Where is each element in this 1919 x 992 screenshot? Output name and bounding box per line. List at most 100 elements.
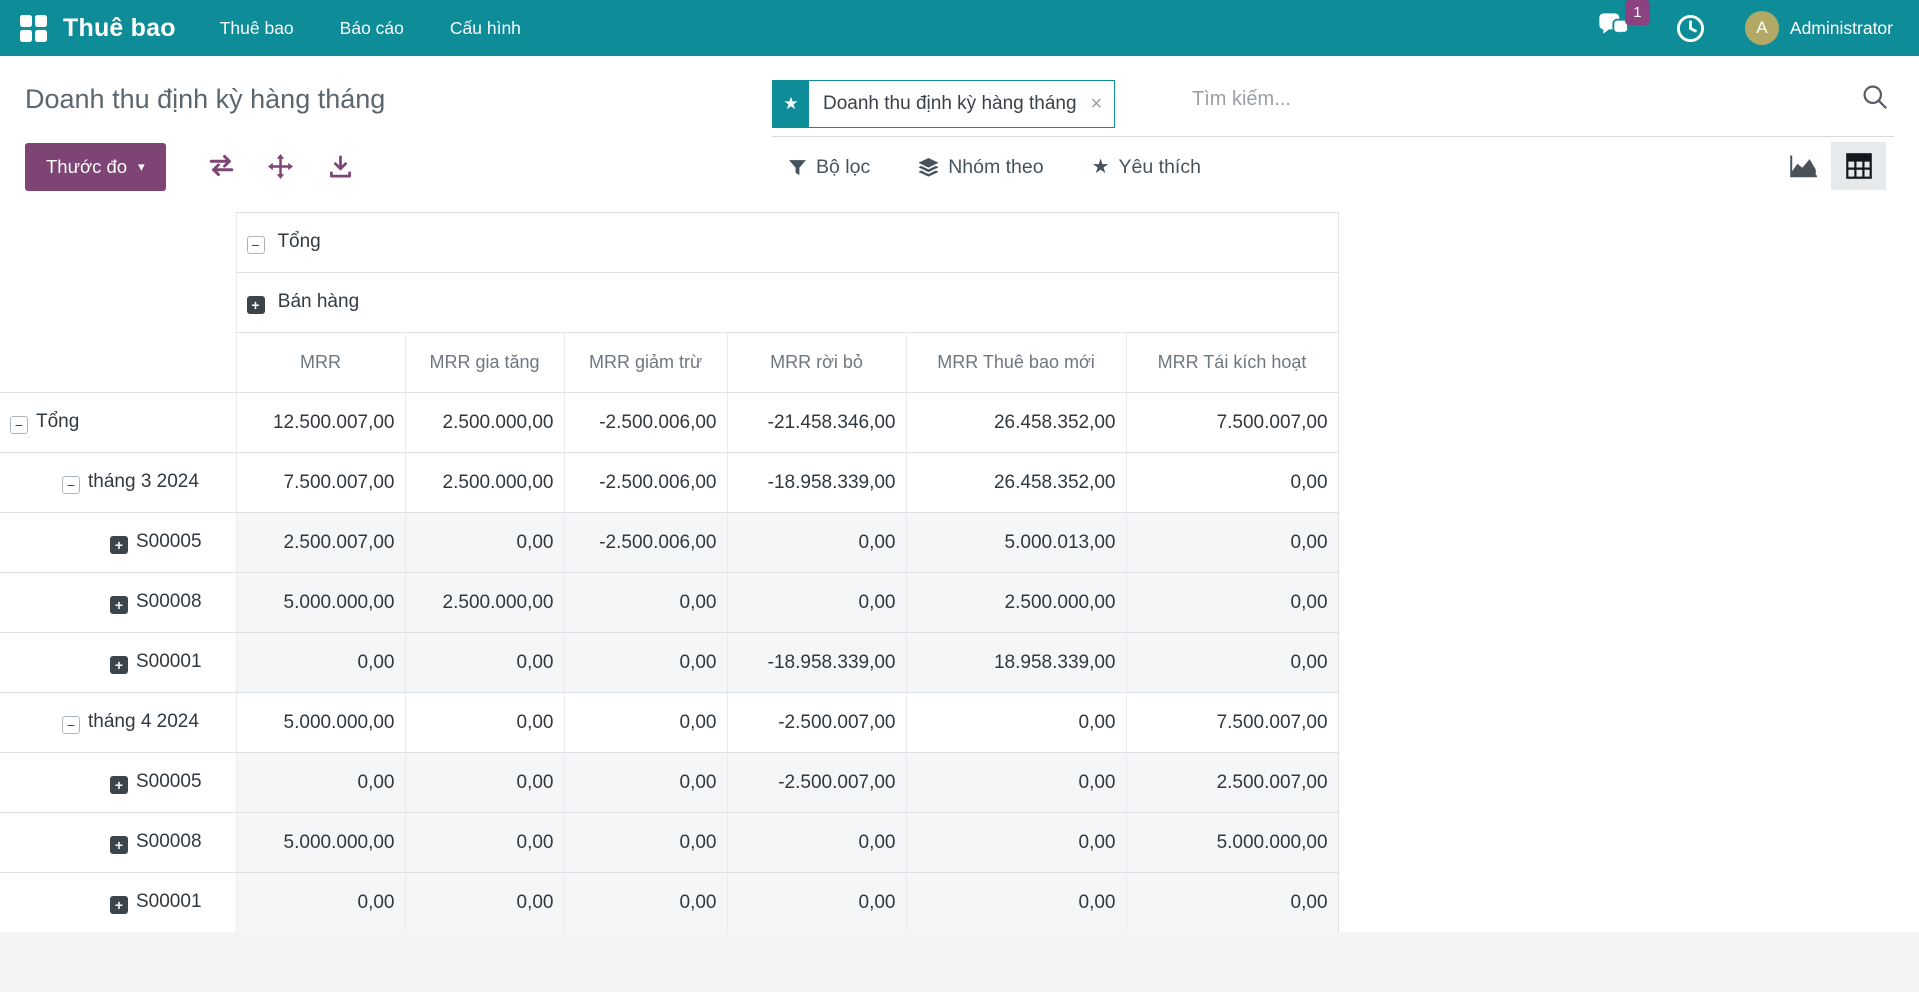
row-header-s00008[interactable]: +S00008 <box>0 573 236 633</box>
pivot-cell: 0,00 <box>727 573 906 633</box>
content-footer-area <box>0 932 1919 992</box>
measures-button-label: Thước đo <box>46 156 127 178</box>
messages-button[interactable]: 1 <box>1598 12 1630 45</box>
row-label: S00001 <box>136 891 202 912</box>
pivot-cell: 2.500.007,00 <box>236 513 405 573</box>
pivot-cell: 0,00 <box>405 873 564 933</box>
collapse-icon[interactable]: − <box>62 716 80 734</box>
row-header-s00001[interactable]: + S00001 <box>0 873 236 933</box>
expand-icon[interactable]: + <box>110 836 128 854</box>
measure-header-mrr-giam-tru[interactable]: MRR giảm trừ <box>564 333 727 393</box>
expand-icon[interactable]: + <box>110 776 128 794</box>
expand-icon[interactable]: + <box>110 656 128 674</box>
pivot-cell: 0,00 <box>564 813 727 873</box>
row-label: S00001 <box>136 651 202 672</box>
search-input[interactable] <box>1192 88 1752 111</box>
measure-header-mrr-gia-tang[interactable]: MRR gia tăng <box>405 333 564 393</box>
menu-item-cau-hinh[interactable]: Cấu hình <box>450 18 521 39</box>
expand-all-button[interactable] <box>268 154 293 179</box>
row-label: S00008 <box>136 831 202 852</box>
app-window: Thuê bao Thuê bao Báo cáo Cấu hình 1 <box>0 0 1919 992</box>
clock-icon <box>1676 14 1705 43</box>
pivot-cell: 2.500.000,00 <box>405 573 564 633</box>
page-title: Doanh thu định kỳ hàng tháng <box>25 84 385 115</box>
pivot-cell: 0,00 <box>1126 573 1338 633</box>
pivot-cell: 26.458.352,00 <box>906 393 1126 453</box>
pivot-cell: 0,00 <box>564 633 727 693</box>
pivot-cell: 5.000.000,00 <box>1126 813 1338 873</box>
table-row: −tháng 3 2024 7.500.007,00 2.500.000,00 … <box>0 453 1338 513</box>
apps-menu-icon[interactable] <box>20 15 47 42</box>
collapse-icon[interactable]: − <box>10 416 28 434</box>
menu-item-thue-bao[interactable]: Thuê bao <box>220 18 294 39</box>
column-total-label: Tổng <box>277 231 320 252</box>
favorites-button[interactable]: ★ Yêu thích <box>1092 156 1201 179</box>
arrows-move-icon <box>268 154 293 179</box>
expand-icon[interactable]: + <box>110 896 128 914</box>
row-label: S00005 <box>136 771 202 792</box>
download-icon <box>328 154 353 179</box>
row-header-s00001[interactable]: + S00001 <box>0 633 236 693</box>
pivot-cell: 0,00 <box>405 513 564 573</box>
favorite-star-icon: ★ <box>1092 157 1110 177</box>
pivot-cell: 12.500.007,00 <box>236 393 405 453</box>
systray: 1 A Administrator <box>1598 11 1893 45</box>
table-row: +S00005 0,00 0,00 0,00 -2.500.007,00 0,0… <box>0 753 1338 813</box>
pivot-cell: 0,00 <box>906 753 1126 813</box>
graph-view-button[interactable] <box>1776 142 1831 190</box>
row-header-thang-3-2024[interactable]: −tháng 3 2024 <box>0 453 236 513</box>
pivot-corner-cell <box>0 273 236 333</box>
pivot-cell: 0,00 <box>906 813 1126 873</box>
table-row: +S00008 5.000.000,00 2.500.000,00 0,00 0… <box>0 573 1338 633</box>
menu-item-bao-cao[interactable]: Báo cáo <box>340 18 404 39</box>
facet-remove-button[interactable]: × <box>1085 81 1115 127</box>
group-by-button[interactable]: Nhóm theo <box>918 156 1043 179</box>
table-row: −Tổng 12.500.007,00 2.500.000,00 -2.500.… <box>0 393 1338 453</box>
avatar: A <box>1745 11 1779 45</box>
expand-icon[interactable]: + <box>110 536 128 554</box>
collapse-icon[interactable]: − <box>247 236 265 254</box>
row-header-total[interactable]: −Tổng <box>0 393 236 453</box>
pivot-cell: 0,00 <box>1126 453 1338 513</box>
pivot-corner-cell <box>0 333 236 393</box>
column-sales-label: Bán hàng <box>278 291 359 312</box>
expand-icon[interactable]: + <box>110 596 128 614</box>
search-button[interactable] <box>1862 84 1888 110</box>
notification-badge: 1 <box>1625 0 1650 25</box>
pivot-cell: 0,00 <box>564 753 727 813</box>
app-brand[interactable]: Thuê bao <box>63 14 176 43</box>
measure-header-mrr-roi-bo[interactable]: MRR rời bỏ <box>727 333 906 393</box>
pivot-cell: -2.500.007,00 <box>727 693 906 753</box>
user-menu[interactable]: A Administrator <box>1745 11 1893 45</box>
filter-funnel-icon <box>788 159 807 176</box>
filters-button[interactable]: Bộ lọc <box>788 156 870 179</box>
row-header-s00005[interactable]: +S00005 <box>0 513 236 573</box>
search-facet-label: Doanh thu định kỳ hàng tháng <box>809 81 1085 127</box>
table-row: +S00001 0,00 0,00 0,00 0,00 0,00 0,00 <box>0 873 1338 933</box>
row-label: tháng 3 2024 <box>88 471 199 492</box>
expand-icon[interactable]: + <box>247 296 265 314</box>
pivot-cell: -2.500.007,00 <box>727 753 906 813</box>
measure-header-mrr-tai-kich-hoat[interactable]: MRR Tái kích hoạt <box>1126 333 1338 393</box>
pivot-cell: 26.458.352,00 <box>906 453 1126 513</box>
download-button[interactable] <box>328 154 353 179</box>
filter-bar: Bộ lọc Nhóm theo ★ Yêu thích <box>788 143 1201 191</box>
measures-button[interactable]: Thước đo ▾ <box>25 143 166 191</box>
layers-icon <box>918 158 939 177</box>
pivot-cell: 5.000.000,00 <box>236 693 405 753</box>
pivot-cell: 2.500.000,00 <box>405 453 564 513</box>
pivot-cell: 5.000.000,00 <box>236 573 405 633</box>
collapse-icon[interactable]: − <box>62 476 80 494</box>
measure-header-mrr[interactable]: MRR <box>236 333 405 393</box>
column-header-sales[interactable]: + Bán hàng <box>236 273 1338 333</box>
measure-header-mrr-thue-bao-moi[interactable]: MRR Thuê bao mới <box>906 333 1126 393</box>
row-header-s00005[interactable]: + S00005 <box>0 753 236 813</box>
column-header-total[interactable]: − Tổng <box>236 213 1338 273</box>
pivot-cell: 0,00 <box>906 873 1126 933</box>
pivot-view-button[interactable] <box>1831 142 1886 190</box>
pivot-cell: 0,00 <box>564 693 727 753</box>
row-header-s00008[interactable]: + S00008 <box>0 813 236 873</box>
flip-axes-button[interactable] <box>207 154 236 177</box>
row-header-thang-4-2024[interactable]: −tháng 4 2024 <box>0 693 236 753</box>
activities-button[interactable] <box>1676 14 1705 43</box>
